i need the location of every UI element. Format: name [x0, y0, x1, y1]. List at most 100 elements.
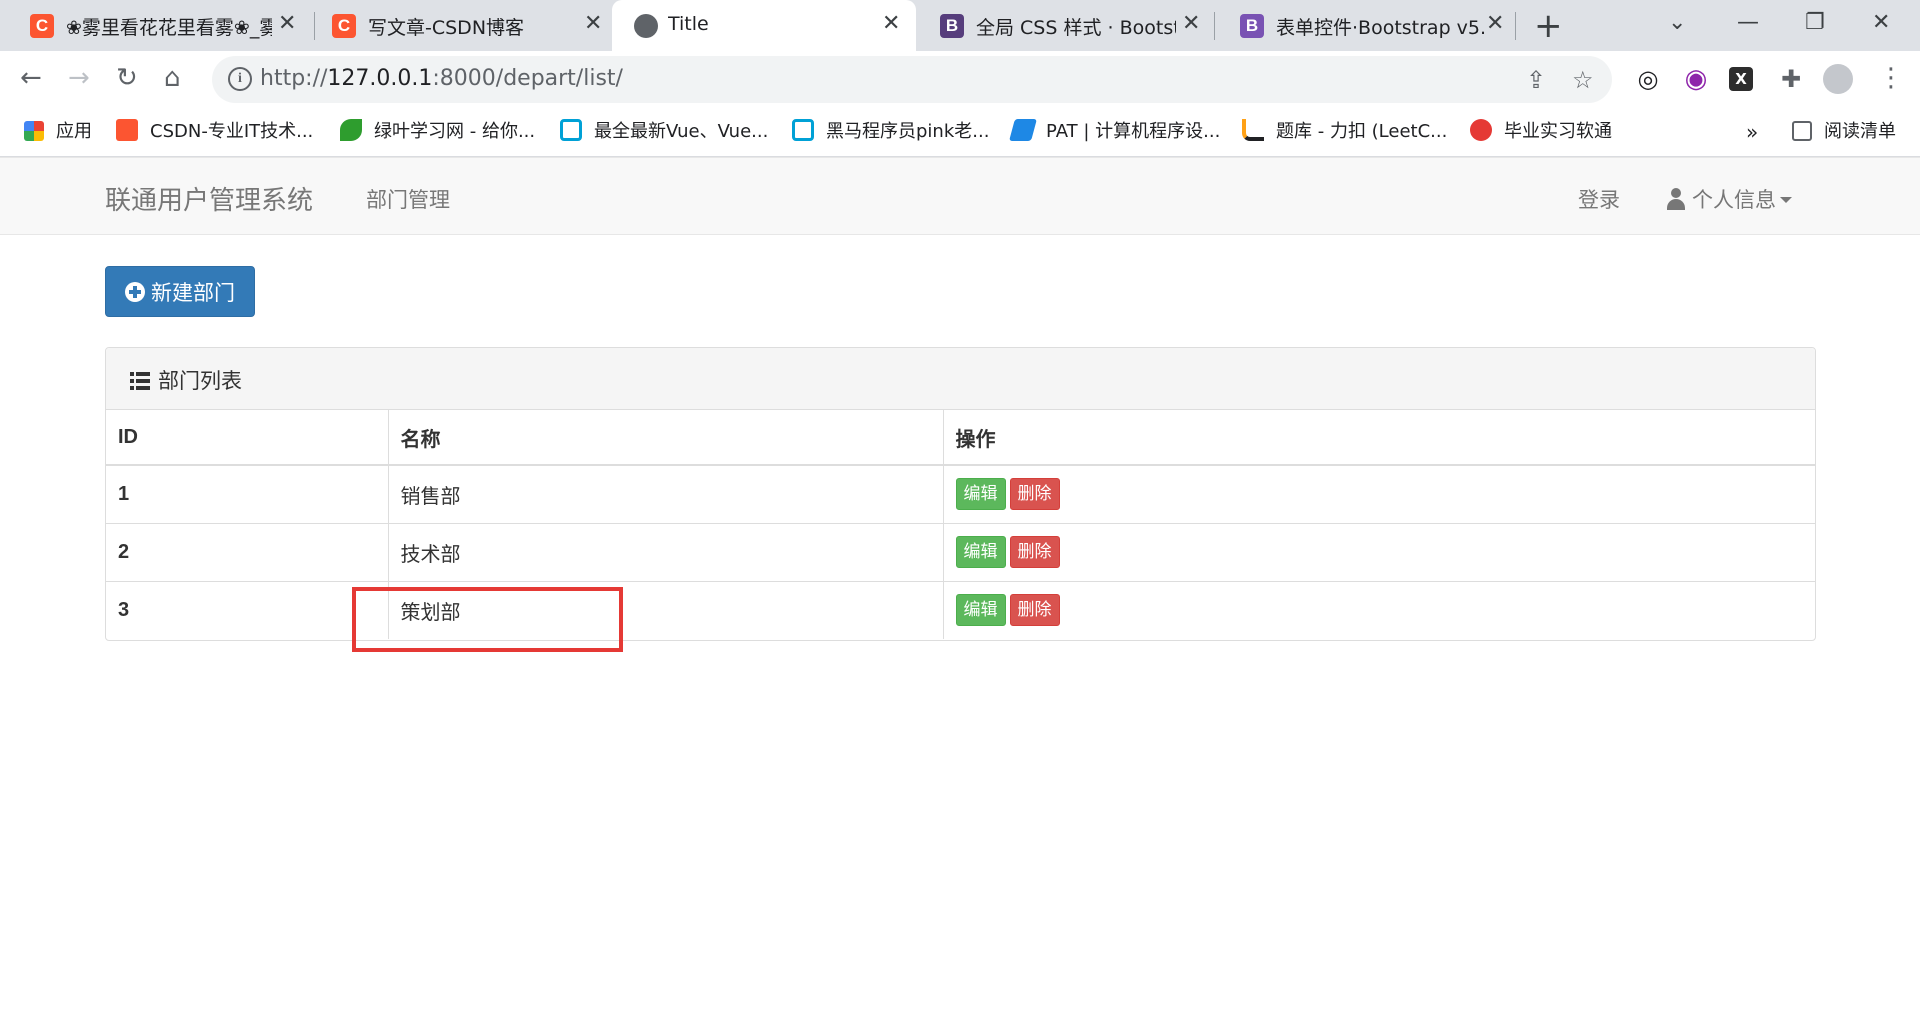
list-icon [130, 372, 150, 390]
tab-close-icon[interactable]: ✕ [882, 12, 900, 36]
home-button[interactable]: ⌂ [164, 63, 181, 93]
profile-dropdown[interactable]: 个人信息 [1666, 184, 1792, 214]
nav-department-management[interactable]: 部门管理 [366, 184, 450, 214]
close-window-button[interactable]: ✕ [1872, 8, 1890, 38]
csdn-favicon-icon: C [30, 14, 54, 38]
plus-circle-icon [125, 281, 145, 302]
browser-toolbar: ← → ↻ ⌂ i http://127.0.0.1:8000/depart/l… [0, 51, 1920, 107]
globe-icon [634, 14, 658, 38]
leetcode-icon [1242, 119, 1264, 141]
new-tab-button[interactable]: + [1534, 6, 1563, 46]
header-id: ID [106, 410, 389, 466]
delete-button[interactable]: 删除 [1009, 536, 1060, 568]
back-button[interactable]: ← [20, 63, 42, 93]
bookmark-star-icon[interactable]: ☆ [1572, 65, 1594, 95]
extension-x-icon[interactable]: X [1729, 67, 1753, 91]
new-department-button[interactable]: 新建部门 [105, 266, 255, 317]
header-actions: 操作 [943, 410, 1815, 466]
browser-menu-icon[interactable]: ⋮ [1878, 63, 1904, 93]
bookmarks-bar: 应用 CSDN-专业IT技术... 绿叶学习网 - 给你... 最全最新Vue、… [0, 107, 1920, 157]
caret-down-icon [1780, 197, 1792, 203]
tab-bootstrap-css[interactable]: B 全局 CSS 样式 · Bootstra ✕ [910, 0, 1214, 51]
cell-name: 销售部 [388, 464, 944, 523]
bookmarks-more-button[interactable]: » [1746, 119, 1758, 145]
edit-button[interactable]: 编辑 [955, 478, 1006, 511]
login-link[interactable]: 登录 [1578, 184, 1620, 214]
cell-id: 2 [106, 522, 389, 581]
tab-strip: C ❀雾里看花花里看雾❀_雾 ✕ C 写文章-CSDN博客 ✕ Title ✕ … [0, 0, 1920, 51]
delete-button[interactable]: 删除 [1009, 478, 1060, 511]
url-prefix: http:// [260, 66, 328, 91]
bookmark-label: CSDN-专业IT技术... [150, 121, 314, 142]
table-row: 1 销售部 编辑 删除 [106, 464, 1815, 523]
tab-title: 全局 CSS 样式 · Bootstra [976, 17, 1176, 39]
profile-avatar-icon[interactable] [1823, 64, 1853, 94]
share-icon[interactable]: ⇪ [1526, 65, 1546, 95]
header-name: 名称 [388, 410, 944, 466]
tab-title: ❀雾里看花花里看雾❀_雾 [66, 17, 272, 39]
url-text[interactable]: http://127.0.0.1:8000/depart/list/ [260, 66, 623, 91]
cell-id: 3 [106, 580, 389, 639]
cell-actions: 编辑 删除 [943, 464, 1815, 523]
bookmark-vue[interactable]: 最全最新Vue、Vue... [560, 119, 768, 145]
minimize-button[interactable]: — [1737, 8, 1759, 38]
csdn-favicon-icon [116, 119, 138, 141]
cell-actions: 编辑 删除 [943, 580, 1815, 639]
address-bar[interactable]: i http://127.0.0.1:8000/depart/list/ ⇪ ☆ [212, 56, 1612, 103]
reload-button[interactable]: ↻ [116, 63, 138, 93]
tab-close-icon[interactable]: ✕ [1486, 12, 1504, 36]
table-header-row: ID 名称 操作 [106, 410, 1815, 466]
table-row: 2 技术部 编辑 删除 [106, 522, 1815, 581]
edit-button[interactable]: 编辑 [955, 536, 1006, 568]
bilibili-icon [560, 119, 582, 141]
reading-list-icon [1792, 121, 1812, 141]
restore-button[interactable]: ❐ [1805, 8, 1825, 38]
brand-title[interactable]: 联通用户管理系统 [105, 180, 313, 217]
tab-search-icon[interactable]: ⌄ [1668, 8, 1686, 38]
new-department-label: 新建部门 [151, 280, 235, 305]
extensions-puzzle-icon[interactable]: ✚ [1776, 64, 1806, 94]
panel-heading: 部门列表 [106, 348, 1815, 410]
tab-title: Title [668, 13, 709, 35]
app-navbar: 联通用户管理系统 部门管理 登录 个人信息 [0, 157, 1920, 235]
tab-close-icon[interactable]: ✕ [278, 12, 296, 36]
tab-csdn-write[interactable]: C 写文章-CSDN博客 ✕ [302, 0, 610, 51]
forward-button[interactable]: → [68, 63, 90, 93]
cell-id: 1 [106, 464, 389, 523]
bookmark-label: 应用 [56, 121, 92, 142]
tab-close-icon[interactable]: ✕ [1182, 12, 1200, 36]
bookmark-label: 黑马程序员pink老... [826, 121, 990, 142]
bookmark-csdn[interactable]: CSDN-专业IT技术... [116, 119, 313, 145]
cell-actions: 编辑 删除 [943, 522, 1815, 581]
edit-button[interactable]: 编辑 [955, 594, 1006, 627]
reading-list-label: 阅读清单 [1824, 121, 1896, 142]
user-icon [1666, 188, 1686, 210]
profile-label: 个人信息 [1692, 188, 1776, 212]
bookmark-pat[interactable]: PAT | 计算机程序设... [1009, 119, 1220, 145]
bookmark-heima[interactable]: 黑马程序员pink老... [792, 119, 989, 145]
tab-title-active[interactable]: Title ✕ [612, 0, 916, 51]
site-info-icon[interactable]: i [228, 67, 252, 91]
delete-button[interactable]: 删除 [1009, 594, 1060, 627]
extension-link-icon[interactable]: ◎ [1633, 64, 1663, 94]
panel-title: 部门列表 [130, 365, 242, 395]
bookmark-label: 最全最新Vue、Vue... [594, 121, 769, 142]
bookmark-lvye[interactable]: 绿叶学习网 - 给你... [340, 119, 535, 145]
bookmark-intern[interactable]: 毕业实习软通 [1470, 119, 1612, 145]
tab-csdn-blog[interactable]: C ❀雾里看花花里看雾❀_雾 ✕ [0, 0, 304, 51]
url-path: :8000/depart/list/ [432, 66, 623, 91]
tab-close-icon[interactable]: ✕ [584, 12, 602, 36]
extension-purple-icon[interactable]: ◉ [1681, 64, 1711, 94]
highlight-annotation-box [352, 587, 623, 652]
bookmark-label: 绿叶学习网 - 给你... [374, 121, 536, 142]
tab-title: 表单控件·Bootstrap v5.1 [1276, 17, 1486, 39]
reading-list-button[interactable]: 阅读清单 [1792, 119, 1896, 145]
pat-icon [1009, 119, 1037, 141]
bookmark-apps[interactable]: 应用 [24, 119, 92, 145]
bookmark-leetcode[interactable]: 题库 - 力扣 (LeetC... [1242, 119, 1447, 145]
bookmark-label: 毕业实习软通 [1504, 121, 1612, 142]
tab-title: 写文章-CSDN博客 [368, 17, 525, 39]
apps-grid-icon [24, 121, 44, 141]
cell-name: 技术部 [388, 522, 944, 581]
tab-bootstrap-forms[interactable]: B 表单控件·Bootstrap v5.1 ✕ [1210, 0, 1514, 51]
